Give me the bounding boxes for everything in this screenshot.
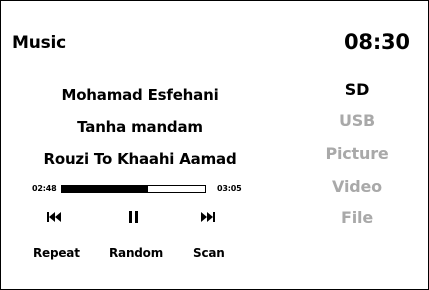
page-title: Music (12, 33, 67, 53)
source-file[interactable]: File (301, 208, 413, 227)
elapsed-time: 02:48 (32, 184, 57, 193)
pause-button[interactable] (119, 208, 147, 226)
total-time: 03:05 (217, 184, 242, 193)
scan-button[interactable]: Scan (193, 246, 225, 260)
random-button[interactable]: Random (109, 246, 163, 260)
source-video[interactable]: Video (301, 177, 413, 196)
music-screen: Music 08:30 Mohamad Esfehani Tanha manda… (0, 0, 429, 290)
album-name: Tanha mandam (77, 118, 203, 136)
source-sd[interactable]: SD (301, 80, 413, 99)
pause-icon (128, 211, 138, 223)
source-picture[interactable]: Picture (301, 144, 413, 163)
next-button[interactable] (194, 208, 222, 226)
artist-name: Mohamad Esfehani (61, 86, 219, 104)
song-title: Rouzi To Khaahi Aamad (43, 150, 237, 168)
progress-fill (62, 186, 148, 192)
previous-button[interactable] (40, 208, 68, 226)
source-usb[interactable]: USB (301, 111, 413, 130)
skip-previous-icon (47, 212, 61, 222)
clock: 08:30 (344, 30, 410, 54)
repeat-button[interactable]: Repeat (33, 246, 80, 260)
skip-next-icon (201, 212, 215, 222)
progress-bar[interactable] (61, 185, 206, 193)
